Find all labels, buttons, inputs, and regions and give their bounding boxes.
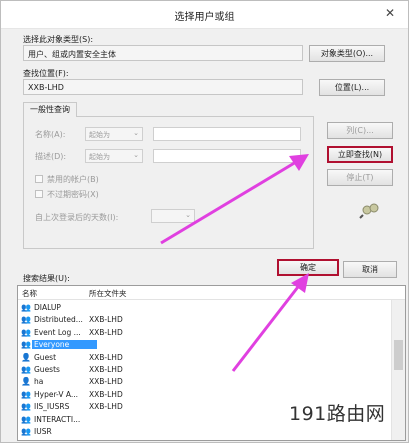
arrow-to-find-now: [160, 154, 309, 245]
select-users-dialog: 选择用户或组 ✕ 选择此对象类型(S): 用户、组或内置安全主体 对象类型(O)…: [0, 0, 409, 443]
annotation-arrows: [160, 154, 309, 372]
arrow-to-ok: [231, 273, 309, 372]
